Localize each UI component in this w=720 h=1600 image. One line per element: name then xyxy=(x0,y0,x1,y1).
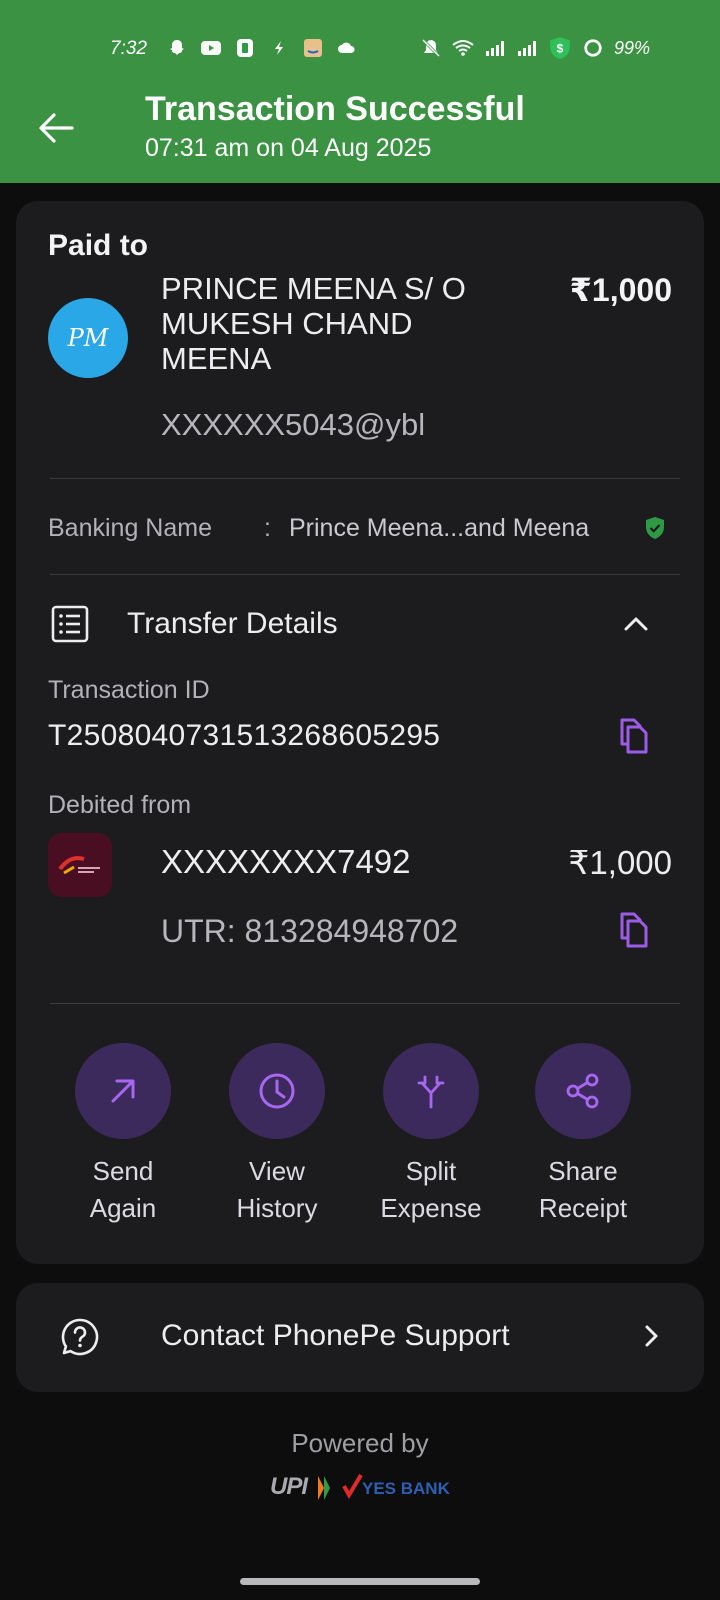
divider xyxy=(50,1003,680,1004)
transaction-timestamp: 07:31 am on 04 Aug 2025 xyxy=(145,134,432,162)
payee-vpa: XXXXXX5043@ybl xyxy=(161,407,426,442)
split-expense-button[interactable]: Split Expense xyxy=(366,1043,496,1227)
debit-amount: ₹1,000 xyxy=(568,844,672,881)
battery-percent: 99% xyxy=(614,37,651,58)
split-expense-label: Split Expense xyxy=(380,1156,482,1223)
bank-logo xyxy=(48,833,112,897)
page-title: Transaction Successful xyxy=(145,90,525,128)
banking-name-label: Banking Name xyxy=(48,514,212,542)
transaction-card: Paid to PM PRINCE MEENA S/ O MUKESH CHAN… xyxy=(16,201,704,1264)
copy-icon[interactable] xyxy=(614,717,648,755)
status-time: 7:32 xyxy=(110,38,147,59)
divider xyxy=(50,478,680,479)
flash-icon xyxy=(275,41,283,55)
send-again-label: Send Again xyxy=(89,1156,157,1223)
svg-text:UPI: UPI xyxy=(270,1473,309,1500)
chevron-up-icon[interactable] xyxy=(621,609,651,639)
help-question-icon xyxy=(61,1318,99,1356)
divider xyxy=(50,574,680,575)
back-arrow-icon[interactable] xyxy=(36,108,76,148)
bank-logo-icon xyxy=(58,856,100,875)
receipt-list-icon xyxy=(51,605,89,643)
snapchat-icon xyxy=(170,40,184,55)
view-history-label: View History xyxy=(236,1156,318,1223)
paid-to-label: Paid to xyxy=(48,229,149,262)
view-history-button[interactable]: View History xyxy=(212,1043,342,1227)
send-again-button[interactable]: Send Again xyxy=(58,1043,188,1227)
home-indicator[interactable] xyxy=(240,1578,480,1585)
shield-dollar-icon: $ xyxy=(550,37,570,59)
wifi-icon xyxy=(452,40,474,56)
split-icon xyxy=(417,1075,445,1109)
mute-icon xyxy=(421,38,441,58)
amazon-icon xyxy=(304,39,322,57)
youtube-icon xyxy=(201,41,221,55)
header-bar: 7:32 $ 99% Transaction Successful 07:31 … xyxy=(0,0,720,183)
payee-name: PRINCE MEENA S/ O MUKESH CHAND MEENA xyxy=(161,271,466,376)
debit-account-number: XXXXXXXX7492 xyxy=(161,843,411,880)
contact-support-button[interactable]: Contact PhonePe Support xyxy=(16,1283,704,1392)
transaction-id-value: T2508040731513268605295 xyxy=(48,719,441,752)
transfer-details-title[interactable]: Transfer Details xyxy=(127,607,338,641)
svg-text:YES BANK: YES BANK xyxy=(362,1479,451,1498)
share-receipt-label: Share Receipt xyxy=(538,1156,628,1223)
clock-icon xyxy=(259,1073,295,1109)
payment-amount: ₹1,000 xyxy=(569,272,672,308)
banking-name-value: Prince Meena...and Meena xyxy=(289,514,590,542)
cloud-icon xyxy=(338,42,355,53)
utr-value: UTR: 813284948702 xyxy=(161,913,459,949)
copy-icon[interactable] xyxy=(614,911,648,949)
transaction-id-label: Transaction ID xyxy=(48,676,210,704)
battery-saver-icon xyxy=(237,39,253,57)
powered-by-label: Powered by xyxy=(291,1428,429,1458)
chevron-right-icon xyxy=(645,1325,658,1347)
svg-text:$: $ xyxy=(557,41,564,55)
contact-support-label: Contact PhonePe Support xyxy=(161,1319,510,1352)
signal-icon-1 xyxy=(486,41,504,56)
battery-ring-icon xyxy=(584,39,602,57)
verified-shield-icon xyxy=(646,517,664,539)
share-receipt-button[interactable]: Share Receipt xyxy=(518,1043,648,1227)
arrow-up-right-icon xyxy=(111,1079,135,1103)
status-bar: 7:32 $ 99% xyxy=(0,30,720,66)
avatar: PM xyxy=(48,298,128,378)
debited-from-label: Debited from xyxy=(48,791,192,819)
signal-icon-2 xyxy=(518,41,536,56)
upi-yesbank-logo: UPI YES BANK xyxy=(270,1473,451,1500)
share-icon xyxy=(566,1073,599,1109)
banking-name-separator: : xyxy=(264,514,271,542)
